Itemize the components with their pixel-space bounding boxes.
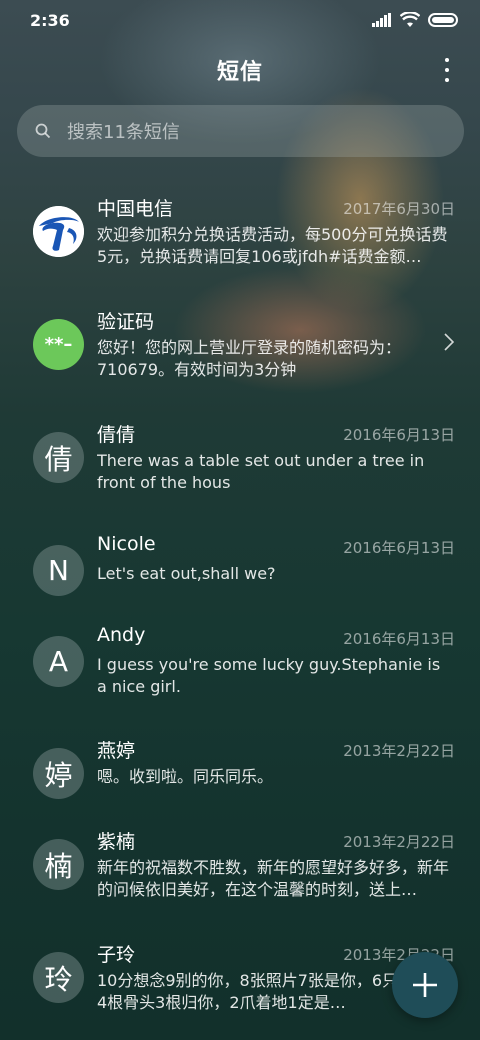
conversation-item[interactable]: 中国电信 2017年6月30日 欢迎参加积分兑换话费活动，每500分可兑换话费5… [0,190,480,290]
message-preview: 欢迎参加积分兑换话费活动，每500分可兑换话费5元，兑换话费请回复106或jfd… [97,225,448,266]
signal-icon [372,13,391,27]
status-icons [372,12,458,28]
contact-name: 验证码 [97,311,155,333]
message-date: 2016年6月13日 [343,630,455,648]
plus-icon [413,973,437,997]
avatar: 倩 [33,432,84,483]
chevron-right-icon[interactable] [444,333,454,351]
more-dot-icon [445,68,449,72]
status-time: 2:36 [30,10,70,30]
message-date: 2017年6月30日 [343,200,455,218]
avatar: A [33,636,84,687]
message-preview: 新年的祝福数不胜数，新年的愿望好多好多，新年的问候依旧美好，在这个温馨的时刻，送… [97,858,450,899]
avatar: **– [33,319,84,370]
contact-name: 燕婷 [97,740,136,762]
battery-icon [428,13,458,27]
avatar: 玲 [33,952,84,1003]
contact-name: Andy [97,624,146,646]
conversation-item[interactable]: N Nicole 2016年6月13日 Let's eat out,shall … [0,529,480,629]
conversation-item[interactable]: A Andy 2016年6月13日 I guess you're some lu… [0,620,480,720]
message-date: 2016年6月13日 [343,539,455,557]
avatar: N [33,545,84,596]
contact-name: 子玲 [97,944,136,966]
contact-name: 紫楠 [97,831,136,853]
contact-name: Nicole [97,533,156,555]
message-preview: Let's eat out,shall we? [97,564,276,583]
compose-button[interactable] [392,952,458,1018]
app-header: 短信 [0,48,480,92]
message-date: 2013年2月22日 [343,833,455,851]
page-title: 短信 [216,60,263,85]
status-bar: 2:36 [0,0,480,40]
message-date: 2016年6月13日 [343,426,455,444]
more-dot-icon [445,58,449,62]
conversation-item[interactable]: **– 验证码 您好！您的网上营业厅登录的随机密码为：710679。有效时间为3… [0,303,480,403]
message-preview: I guess you're some lucky guy.Stephanie … [97,655,441,696]
message-preview: There was a table set out under a tree i… [97,451,425,492]
search-icon [35,123,51,139]
telecom-logo-avatar [33,206,84,257]
message-preview: 嗯。收到啦。同乐同乐。 [97,767,274,786]
conversation-item[interactable]: 婷 燕婷 2013年2月22日 嗯。收到啦。同乐同乐。 [0,732,480,832]
avatar: 楠 [33,839,84,890]
contact-name: 中国电信 [97,198,174,220]
telecom-logo-icon [33,206,84,257]
conversation-item[interactable]: 倩 倩倩 2016年6月13日 There was a table set ou… [0,416,480,516]
more-options-button[interactable] [444,58,450,82]
contact-name: 倩倩 [97,424,136,446]
wifi-icon [400,12,420,27]
message-date: 2013年2月22日 [343,742,455,760]
search-input[interactable]: 搜索11条短信 [17,105,464,157]
message-preview: 您好！您的网上营业厅登录的随机密码为：710679。有效时间为3分钟 [97,338,402,379]
search-placeholder: 搜索11条短信 [67,122,180,143]
conversation-item[interactable]: 楠 紫楠 2013年2月22日 新年的祝福数不胜数，新年的愿望好多好多，新年的问… [0,823,480,923]
more-dot-icon [445,78,449,82]
avatar: 婷 [33,748,84,799]
